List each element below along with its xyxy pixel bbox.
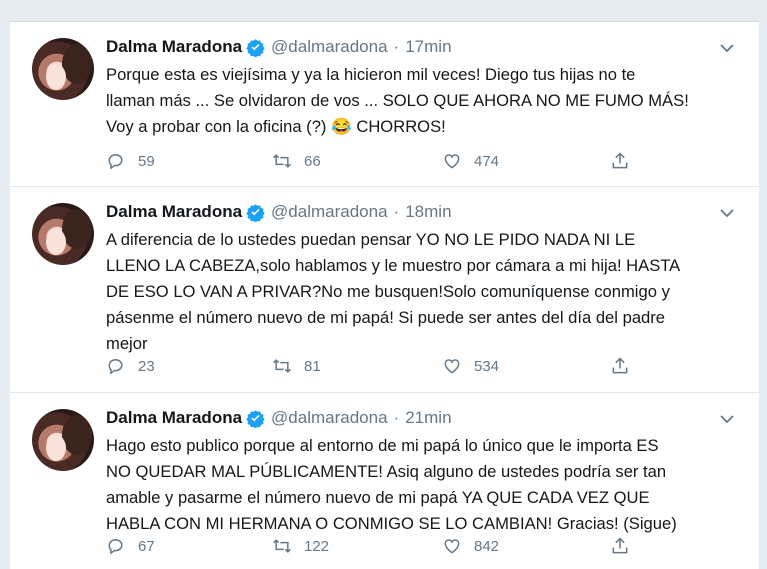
share-icon (612, 357, 628, 374)
tweet-header: Dalma Maradona @dalmaradona · 21min (106, 405, 739, 431)
share-button[interactable] (610, 535, 642, 557)
reply-icon (108, 539, 123, 555)
like-button[interactable]: 534 (442, 355, 499, 377)
tweet-timestamp[interactable]: 18min (405, 202, 451, 222)
tweet-header: Dalma Maradona @dalmaradona · 18min (106, 199, 739, 225)
like-button[interactable]: 842 (442, 535, 499, 557)
verified-badge-icon (246, 38, 265, 57)
left-gutter (0, 0, 10, 569)
tweet-content: Dalma Maradona @dalmaradona · 18min A di… (106, 199, 739, 357)
retweet-count: 81 (304, 357, 321, 375)
like-icon (444, 539, 460, 554)
retweet-icon (273, 539, 291, 553)
reply-count: 23 (138, 357, 155, 375)
reply-button[interactable]: 67 (106, 535, 155, 557)
tweet-text: Porque esta es viejísima y ya la hiciero… (106, 65, 689, 136)
separator-dot: · (393, 408, 400, 427)
like-count: 474 (474, 152, 500, 170)
tweet-content: Dalma Maradona @dalmaradona · 21min Hago… (106, 405, 739, 537)
tweet-header: Dalma Maradona @dalmaradona · 17min (106, 34, 739, 60)
author-name[interactable]: Dalma Maradona (106, 202, 242, 222)
like-count: 534 (474, 357, 500, 375)
scrollbar[interactable] (759, 0, 767, 569)
retweet-count: 66 (304, 152, 321, 170)
author-handle[interactable]: @dalmaradona (271, 408, 388, 428)
share-button[interactable] (610, 150, 642, 172)
author-handle[interactable]: @dalmaradona (271, 37, 388, 57)
like-count: 842 (474, 537, 500, 555)
author-name[interactable]: Dalma Maradona (106, 37, 242, 57)
tweet-text: A diferencia de lo ustedes puedan pensar… (106, 230, 681, 353)
tweet[interactable]: Dalma Maradona @dalmaradona · 21min Hago… (10, 393, 759, 569)
reply-icon (108, 154, 123, 170)
retweet-icon (273, 359, 291, 373)
like-icon (444, 154, 460, 169)
tweet-text: Hago esto publico porque al entorno de m… (106, 436, 677, 533)
author-name[interactable]: Dalma Maradona (106, 408, 242, 428)
verified-badge-icon (246, 409, 265, 428)
tweet-content: Dalma Maradona @dalmaradona · 17min Porq… (106, 34, 739, 140)
avatar[interactable] (32, 409, 94, 471)
separator-dot: · (393, 202, 400, 221)
avatar[interactable] (32, 38, 94, 100)
timeline: Dalma Maradona @dalmaradona · 17min Porq… (10, 22, 759, 569)
chevron-down-icon[interactable] (719, 40, 735, 56)
avatar[interactable] (32, 203, 94, 265)
verified-badge-icon (246, 203, 265, 222)
retweet-icon (273, 154, 291, 168)
like-button[interactable]: 474 (442, 150, 499, 172)
chevron-down-icon[interactable] (719, 205, 735, 221)
share-icon (612, 152, 628, 169)
tweet-timestamp[interactable]: 17min (405, 37, 451, 57)
tweet[interactable]: Dalma Maradona @dalmaradona · 18min A di… (10, 187, 759, 393)
retweet-button[interactable]: 81 (272, 355, 321, 377)
author-handle[interactable]: @dalmaradona (271, 202, 388, 222)
reply-button[interactable]: 59 (106, 150, 155, 172)
timeline-top-edge (10, 0, 759, 22)
separator-dot: · (393, 37, 400, 56)
tweet[interactable]: Dalma Maradona @dalmaradona · 17min Porq… (10, 22, 759, 187)
tweet-timestamp[interactable]: 21min (405, 408, 451, 428)
share-icon (612, 537, 628, 554)
reply-count: 67 (138, 537, 155, 555)
reply-icon (108, 359, 123, 375)
retweet-button[interactable]: 66 (272, 150, 321, 172)
chevron-down-icon[interactable] (719, 411, 735, 427)
reply-count: 59 (138, 152, 155, 170)
retweet-button[interactable]: 122 (272, 535, 329, 557)
reply-button[interactable]: 23 (106, 355, 155, 377)
share-button[interactable] (610, 355, 642, 377)
like-icon (444, 359, 460, 374)
retweet-count: 122 (304, 537, 330, 555)
